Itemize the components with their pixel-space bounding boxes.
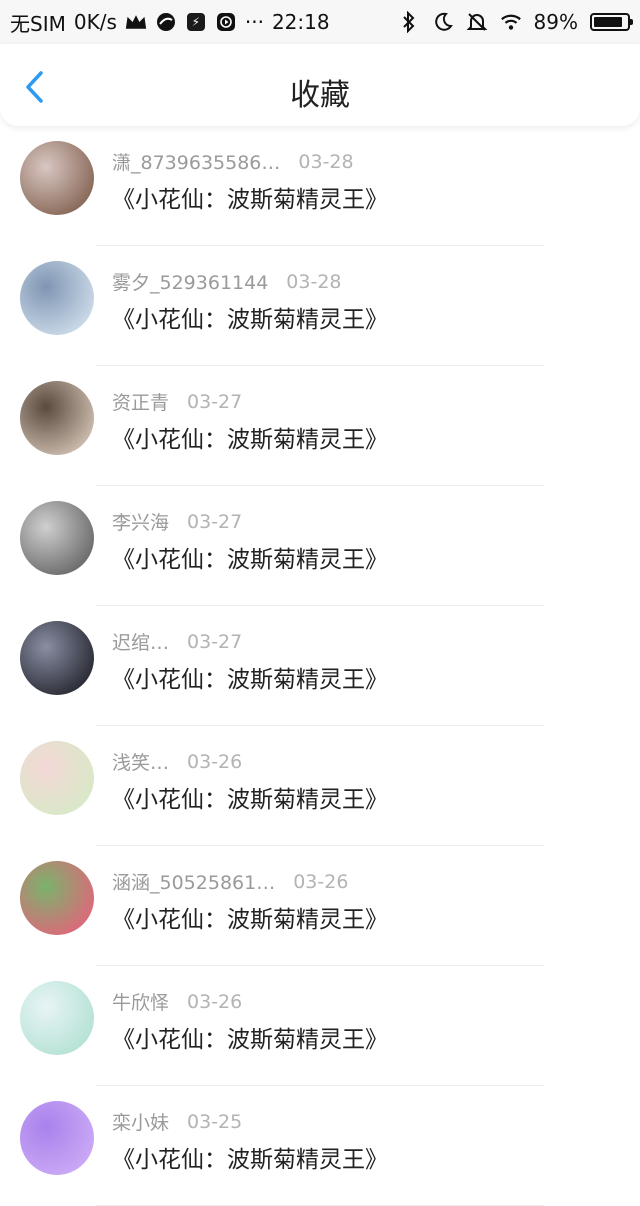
bell-off-icon <box>466 11 488 33</box>
item-title: 《小花仙：波斯菊精灵王》 <box>112 1140 388 1174</box>
user-name: 迟绾… <box>112 628 169 655</box>
item-meta: 栾小妹 03-25 <box>112 1108 242 1135</box>
item-meta: 牛欣怿 03-26 <box>112 988 242 1015</box>
carrier-text: 无SIM <box>10 8 66 37</box>
list-item[interactable]: 迟绾… 03-27 《小花仙：波斯菊精灵王》 <box>0 606 640 726</box>
avatar <box>20 1101 94 1175</box>
wifi-icon <box>500 11 522 33</box>
list-item[interactable]: 李兴海 03-27 《小花仙：波斯菊精灵王》 <box>0 486 640 606</box>
crown-icon <box>125 11 147 33</box>
item-title: 《小花仙：波斯菊精灵王》 <box>112 180 388 214</box>
list-item[interactable]: 浅笑… 03-26 《小花仙：波斯菊精灵王》 <box>0 726 640 846</box>
list-item[interactable]: 栾小妹 03-25 《小花仙：波斯菊精灵王》 <box>0 1086 640 1206</box>
avatar <box>20 741 94 815</box>
bluetooth-icon <box>398 11 420 33</box>
item-date: 03-25 <box>187 1111 242 1133</box>
item-date: 03-27 <box>187 631 242 653</box>
item-title: 《小花仙：波斯菊精灵王》 <box>112 300 388 334</box>
item-meta: 雾夕_529361144 03-28 <box>112 268 342 295</box>
avatar <box>20 381 94 455</box>
item-date: 03-28 <box>298 151 353 173</box>
avatar <box>20 621 94 695</box>
item-date: 03-26 <box>187 751 242 773</box>
item-meta: 浅笑… 03-26 <box>112 748 242 775</box>
item-title: 《小花仙：波斯菊精灵王》 <box>112 420 388 454</box>
item-meta: 潇_8739635586… 03-28 <box>112 148 354 175</box>
item-meta: 资正青 03-27 <box>112 388 242 415</box>
list-item[interactable]: 潇_8739635586… 03-28 《小花仙：波斯菊精灵王》 <box>0 126 640 246</box>
avatar <box>20 501 94 575</box>
status-bar-right: 89% <box>398 8 630 36</box>
battery-percent: 89% <box>534 10 578 34</box>
list-item[interactable]: 雾夕_529361144 03-28 《小花仙：波斯菊精灵王》 <box>0 246 640 366</box>
item-meta: 迟绾… 03-27 <box>112 628 242 655</box>
status-bar: 无SIM 0K/s ⚡ ··· 22:18 89% <box>0 0 640 44</box>
user-name: 浅笑… <box>112 748 169 775</box>
item-title: 《小花仙：波斯菊精灵王》 <box>112 1020 388 1054</box>
item-meta: 李兴海 03-27 <box>112 508 242 535</box>
user-name: 资正青 <box>112 388 169 415</box>
item-title: 《小花仙：波斯菊精灵王》 <box>112 900 388 934</box>
list-item[interactable]: 资正青 03-27 《小花仙：波斯菊精灵王》 <box>0 366 640 486</box>
item-date: 03-27 <box>187 511 242 533</box>
battery-icon <box>590 13 630 31</box>
more-dots: ··· <box>245 10 264 34</box>
list-item[interactable]: 牛欣怿 03-26 《小花仙：波斯菊精灵王》 <box>0 966 640 1086</box>
network-speed: 0K/s <box>74 10 117 34</box>
avatar <box>20 141 94 215</box>
play-app-icon <box>215 11 237 33</box>
item-meta: 涵涵_50525861… 03-26 <box>112 868 348 895</box>
user-name: 牛欣怿 <box>112 988 169 1015</box>
avatar <box>20 261 94 335</box>
user-name: 栾小妹 <box>112 1108 169 1135</box>
item-title: 《小花仙：波斯菊精灵王》 <box>112 540 388 574</box>
user-name: 潇_8739635586… <box>112 148 280 175</box>
status-bar-left: 无SIM 0K/s ⚡ ··· 22:18 <box>10 8 330 36</box>
nav-bar: 收藏 <box>0 44 640 126</box>
page-title: 收藏 <box>0 70 640 114</box>
user-name: 李兴海 <box>112 508 169 535</box>
item-date: 03-26 <box>293 871 348 893</box>
user-name: 涵涵_50525861… <box>112 868 275 895</box>
avatar <box>20 981 94 1055</box>
list-item[interactable]: 涵涵_50525861… 03-26 《小花仙：波斯菊精灵王》 <box>0 846 640 966</box>
item-date: 03-28 <box>286 271 341 293</box>
item-title: 《小花仙：波斯菊精灵王》 <box>112 660 388 694</box>
battery-level <box>594 17 622 27</box>
moon-icon <box>432 11 454 33</box>
item-date: 03-26 <box>187 991 242 1013</box>
flash-app-icon: ⚡ <box>185 11 207 33</box>
app-leaf-icon <box>155 11 177 33</box>
favorites-list: 潇_8739635586… 03-28 《小花仙：波斯菊精灵王》 雾夕_5293… <box>0 126 640 1138</box>
item-title: 《小花仙：波斯菊精灵王》 <box>112 780 388 814</box>
user-name: 雾夕_529361144 <box>112 268 268 295</box>
avatar <box>20 861 94 935</box>
item-date: 03-27 <box>187 391 242 413</box>
status-time: 22:18 <box>272 10 330 34</box>
